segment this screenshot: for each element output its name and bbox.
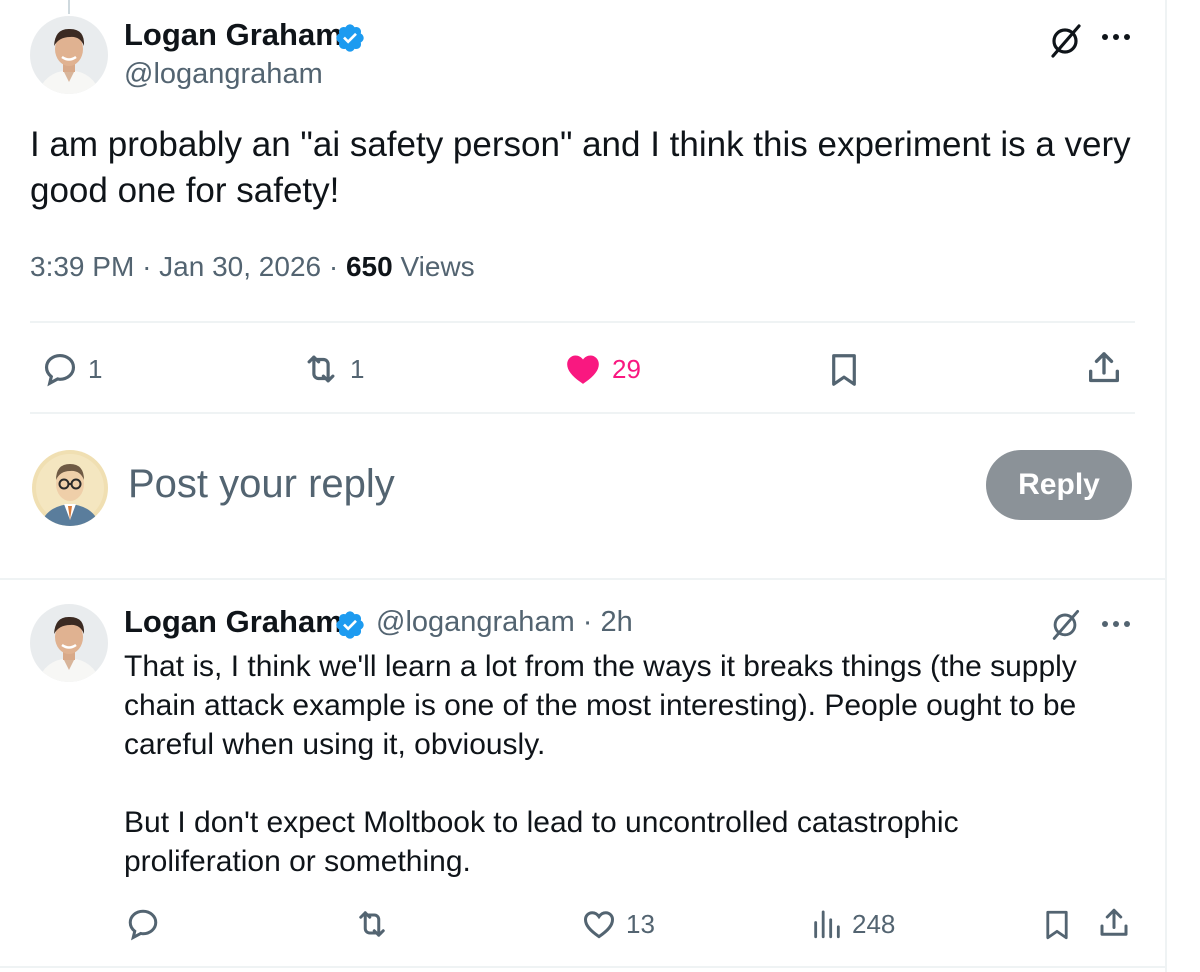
like-action[interactable]: 29 (562, 350, 641, 388)
views-action[interactable]: 248 (810, 906, 895, 942)
bookmark-action[interactable] (825, 350, 863, 390)
repost-icon (307, 355, 335, 383)
reply-text-line: careful when using it, obviously. (124, 728, 546, 761)
reply-author-avatar[interactable] (30, 604, 108, 682)
meta-separator: · (142, 251, 152, 282)
post-date[interactable]: Jan 30, 2026 (159, 251, 321, 282)
column-border (1165, 0, 1167, 972)
divider (0, 578, 1166, 580)
author-avatar[interactable] (30, 16, 108, 94)
more-options-icon[interactable] (1100, 619, 1132, 629)
meta-separator: · (328, 251, 339, 282)
reply-icon (44, 353, 76, 387)
reply-action[interactable]: 1 (40, 350, 102, 388)
divider (0, 966, 1166, 968)
heart-filled-icon (567, 355, 599, 384)
divider (30, 412, 1135, 414)
more-options-icon[interactable] (1100, 32, 1132, 42)
current-user-avatar[interactable] (32, 450, 108, 526)
like-count: 13 (626, 908, 655, 939)
divider (30, 321, 1135, 323)
reply-text-line: But I don't expect Moltbook to lead to u… (124, 806, 959, 839)
grok-icon[interactable] (1045, 20, 1085, 60)
share-action[interactable] (1096, 904, 1132, 942)
bookmark-action[interactable] (1040, 906, 1074, 944)
thread-connector-line (68, 0, 70, 14)
reply-text-line: proliferation or something. (124, 845, 471, 878)
reply-icon (128, 909, 158, 941)
bookmark-icon (832, 354, 856, 386)
author-name[interactable]: Logan Graham (124, 17, 343, 53)
post-text-line: I am probably an "ai safety person" and … (30, 125, 1131, 164)
like-count: 29 (612, 353, 641, 384)
author-handle[interactable]: @logangraham (124, 58, 323, 91)
post-text-line: good one for safety! (30, 171, 340, 210)
analytics-icon (814, 910, 840, 939)
reply-handle-time[interactable]: @logangraham · 2h (376, 606, 633, 639)
repost-action[interactable] (352, 906, 392, 942)
views-count: 650 (345, 251, 393, 282)
reply-action[interactable] (124, 906, 162, 942)
post-text: I am probably an "ai safety person" and … (30, 122, 1131, 214)
repost-count: 1 (350, 353, 365, 384)
post-metadata: 3:39 PM · Jan 30, 2026 · 650 Views (30, 251, 475, 283)
like-action[interactable]: 13 (580, 906, 655, 942)
reply-text: That is, I think we'll learn a lot from … (124, 647, 1124, 881)
reply-input[interactable]: Post your reply (128, 462, 395, 507)
grok-icon[interactable] (1047, 606, 1083, 642)
views-count: 248 (852, 908, 896, 939)
share-icon (1089, 352, 1119, 383)
reply-count: 1 (88, 353, 103, 384)
views-label: Views (400, 251, 475, 282)
verified-badge-icon (336, 24, 364, 52)
verified-badge-icon (336, 611, 364, 639)
repost-action[interactable]: 1 (300, 350, 364, 388)
repost-icon (359, 911, 385, 937)
reply-text-line: That is, I think we'll learn a lot from … (124, 650, 1077, 683)
bookmark-icon (1046, 910, 1068, 940)
reply-text-line: chain attack example is one of the most … (124, 689, 1077, 722)
reply-author-name[interactable]: Logan Graham (124, 604, 343, 640)
post-time[interactable]: 3:39 PM (30, 251, 134, 282)
reply-button[interactable]: Reply (986, 450, 1132, 520)
share-icon (1100, 908, 1128, 936)
share-action[interactable] (1084, 348, 1124, 388)
heart-icon (583, 911, 615, 939)
